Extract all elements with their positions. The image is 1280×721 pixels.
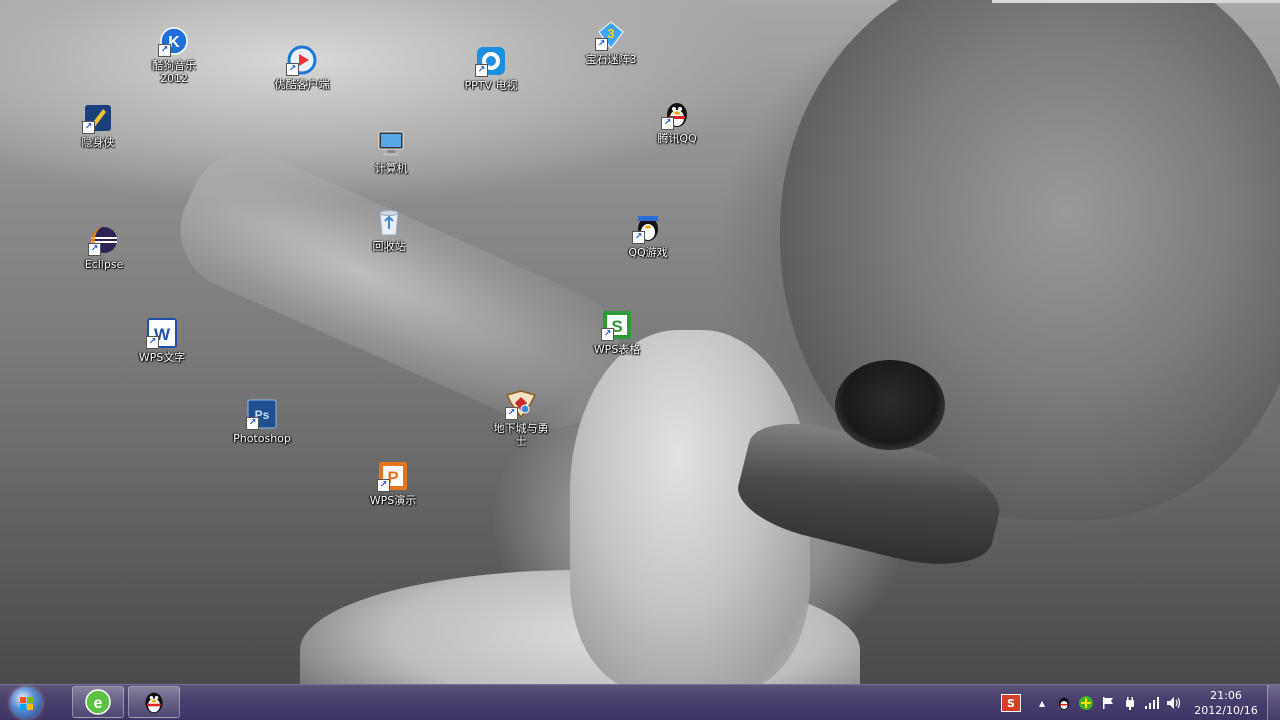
computer-icon: [375, 128, 407, 160]
desktop-icon-dnf[interactable]: ↗ 地下城与勇士: [481, 388, 561, 448]
desktop-icon-label: WPS演示: [369, 494, 417, 507]
shortcut-arrow-icon: ↗: [661, 117, 674, 130]
desktop-icon-label: 隐身侠: [81, 136, 115, 149]
desktop-icon-youku[interactable]: ↗ 优酷客户端: [262, 44, 342, 91]
desktop-icon-label: WPS文字: [138, 351, 186, 364]
wps-presentation-icon: P ↗: [377, 460, 409, 492]
desktop-icon-label: 酷狗音乐 2012: [152, 59, 196, 85]
chevron-up-icon[interactable]: ▴: [1033, 694, 1051, 712]
desktop-icon-wps-writer[interactable]: W ↗ WPS文字: [122, 317, 202, 364]
desktop-icon-label: 地下城与勇士: [493, 422, 549, 448]
desktop-icon-computer[interactable]: 计算机: [351, 128, 431, 175]
svg-text:e: e: [94, 695, 103, 712]
desktop-icon-photoshop[interactable]: Ps ↗ Photoshop: [222, 398, 302, 445]
desktop-icon-qq-game[interactable]: ↗ QQ游戏: [608, 212, 688, 259]
power-plug-icon[interactable]: [1121, 694, 1139, 712]
yinshenxia-icon: ↗: [82, 102, 114, 134]
desktop-icon-label: PPTV 电视: [464, 79, 518, 92]
photoshop-icon: Ps ↗: [246, 398, 278, 430]
network-signal-icon[interactable]: [1143, 694, 1161, 712]
shortcut-arrow-icon: ↗: [246, 417, 259, 430]
desktop-icon-qq[interactable]: ↗ 腾讯QQ: [637, 98, 717, 145]
wallpaper-dog-paw-front: [570, 330, 810, 684]
desktop-icon-bejeweled[interactable]: 3 ↗ 宝石迷阵3: [571, 19, 651, 66]
shortcut-arrow-icon: ↗: [158, 44, 171, 57]
qq-penguin-icon: ↗: [661, 98, 693, 130]
qq-game-icon: ↗: [632, 212, 664, 244]
desktop-icon-eclipse[interactable]: ↗ Eclipse: [64, 224, 144, 271]
desktop-icon-label: 计算机: [374, 162, 408, 175]
desktop-icon-label: QQ游戏: [628, 246, 668, 259]
green-e-browser-icon: e: [85, 689, 111, 715]
wps-spreadsheet-icon: S ↗: [601, 309, 633, 341]
recycle-bin-icon: [373, 206, 405, 238]
shortcut-arrow-icon: ↗: [286, 63, 299, 76]
green-plus-icon[interactable]: [1077, 694, 1095, 712]
top-edge-strip: [992, 0, 1280, 3]
shortcut-arrow-icon: ↗: [475, 64, 488, 77]
shortcut-arrow-icon: ↗: [82, 121, 95, 134]
qq-penguin-icon: [145, 692, 163, 714]
desktop-icon-kugou[interactable]: K ↗ 酷狗音乐 2012: [134, 25, 214, 85]
shortcut-arrow-icon: ↗: [377, 479, 390, 492]
bejeweled-icon: 3 ↗: [595, 19, 627, 51]
desktop-icon-wps-presentation[interactable]: P ↗ WPS演示: [353, 460, 433, 507]
volume-icon[interactable]: [1165, 694, 1183, 712]
clock-time: 21:06: [1210, 689, 1242, 702]
shortcut-arrow-icon: ↗: [88, 243, 101, 256]
shortcut-arrow-icon: ↗: [632, 231, 645, 244]
taskbar-pinned-browser[interactable]: e: [72, 686, 124, 718]
svg-text:3: 3: [607, 26, 614, 41]
desktop-icon-label: WPS表格: [593, 343, 641, 356]
desktop-icon-label: 回收站: [372, 240, 406, 253]
kugou-music-icon: K ↗: [158, 25, 190, 57]
wallpaper-dog-paw-rear: [300, 570, 860, 684]
system-tray: S ▴ 21:06 2012/10/16: [999, 685, 1280, 721]
desktop-icon-label: Eclipse: [84, 258, 124, 271]
qq-tray-icon[interactable]: [1055, 694, 1073, 712]
wps-writer-icon: W ↗: [146, 317, 178, 349]
ime-sogou-icon[interactable]: S: [1001, 694, 1021, 712]
desktop[interactable]: K ↗ 酷狗音乐 2012 ↗ 优酷客户端 ↗ PPTV 电视 3 ↗ 宝石迷阵…: [0, 0, 1280, 684]
show-desktop-button[interactable]: [1267, 685, 1280, 721]
desktop-icon-label: 腾讯QQ: [657, 132, 697, 145]
desktop-icon-wps-spreadsheet[interactable]: S ↗ WPS表格: [577, 309, 657, 356]
pptv-icon: ↗: [475, 45, 507, 77]
wallpaper-stick: [730, 410, 1010, 580]
dnf-game-icon: ↗: [505, 388, 537, 420]
shortcut-arrow-icon: ↗: [595, 38, 608, 51]
taskbar-clock[interactable]: 21:06 2012/10/16: [1189, 688, 1263, 718]
taskbar: e S ▴ 21:06 2012/10/16: [0, 684, 1280, 721]
clock-date: 2012/10/16: [1194, 704, 1258, 717]
desktop-icon-pptv[interactable]: ↗ PPTV 电视: [451, 45, 531, 92]
taskbar-pinned-qq[interactable]: [128, 686, 180, 718]
wallpaper-dog-nose: [835, 360, 945, 450]
shortcut-arrow-icon: ↗: [505, 407, 518, 420]
desktop-icon-recycle-bin[interactable]: 回收站: [349, 206, 429, 253]
desktop-icon-yinshenxia[interactable]: ↗ 隐身侠: [58, 102, 138, 149]
youku-client-icon: ↗: [286, 44, 318, 76]
ime-label: S: [1007, 696, 1015, 710]
wallpaper-dog-head: [780, 0, 1280, 520]
action-center-flag-icon[interactable]: [1099, 694, 1117, 712]
desktop-icon-label: 优酷客户端: [274, 78, 330, 91]
shortcut-arrow-icon: ↗: [146, 336, 159, 349]
start-button[interactable]: [6, 686, 46, 720]
shortcut-arrow-icon: ↗: [601, 328, 614, 341]
eclipse-icon: ↗: [88, 224, 120, 256]
desktop-icon-label: 宝石迷阵3: [585, 53, 637, 66]
windows-start-orb-icon: [10, 687, 42, 719]
desktop-icon-label: Photoshop: [233, 432, 291, 445]
